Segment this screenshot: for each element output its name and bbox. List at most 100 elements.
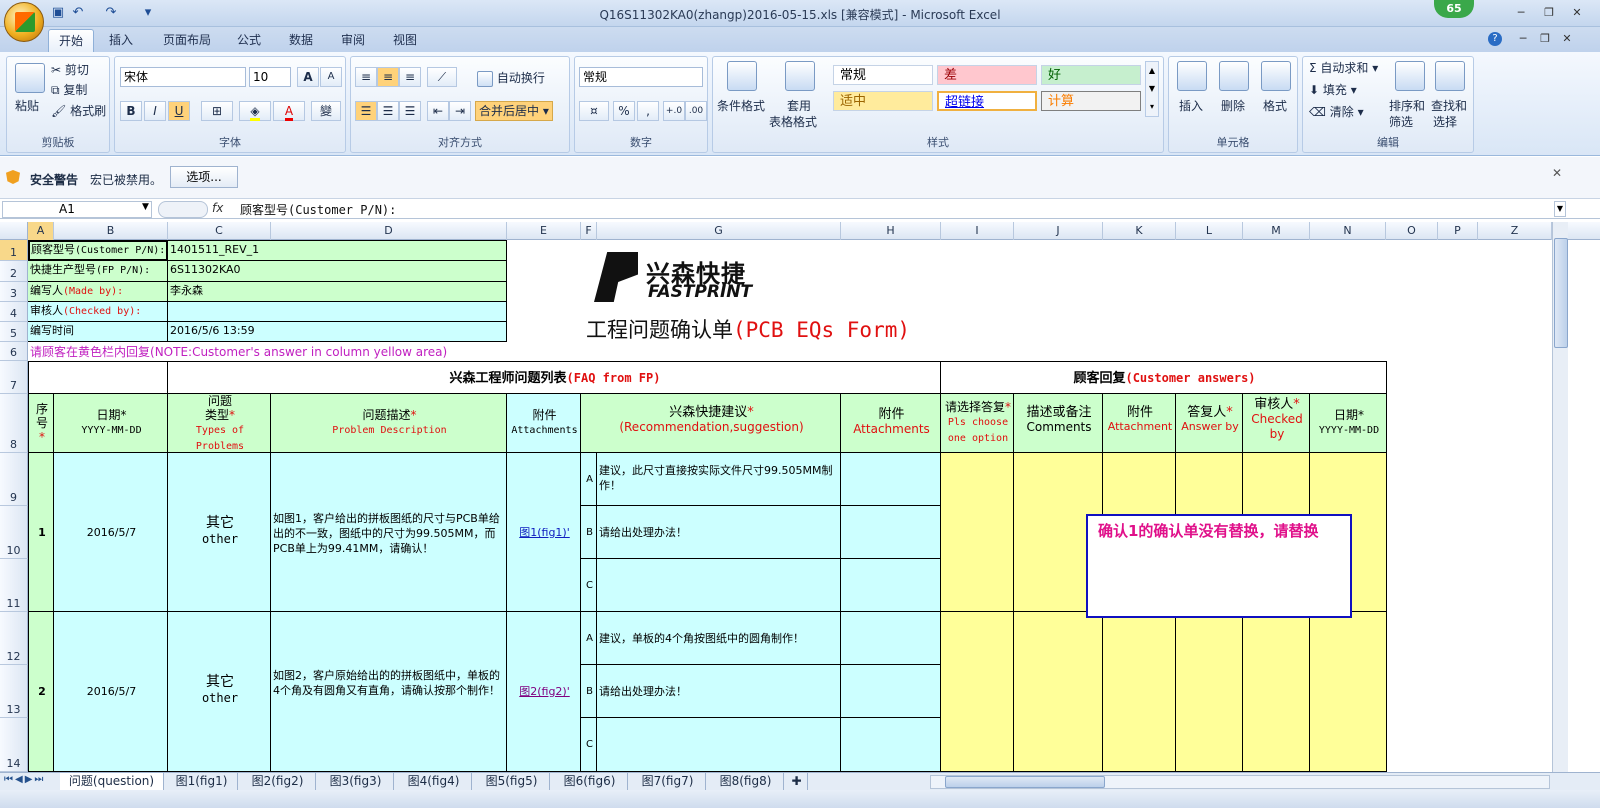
row-header-6[interactable]: 6 <box>0 342 28 361</box>
sort-filter-button[interactable]: 排序和 <box>1389 97 1425 114</box>
problem-2-checked[interactable] <box>1243 612 1310 772</box>
style-normal[interactable]: 常规 <box>833 65 933 85</box>
header-type[interactable]: 问题 类型* Types of Problems <box>168 394 271 453</box>
problem-1-opt-c-key[interactable]: C <box>581 559 597 612</box>
row-header-7[interactable]: 7 <box>0 361 28 394</box>
header-recommendation[interactable]: 兴森快捷建议* (Recommendation,suggestion) <box>581 394 841 453</box>
col-header-p[interactable]: P <box>1438 222 1478 240</box>
problem-1-opt-a-key[interactable]: A <box>581 453 597 506</box>
increase-decimal-button[interactable]: +.0 <box>663 101 685 121</box>
problem-1-attach2-b[interactable] <box>841 506 941 559</box>
header-date2[interactable]: 日期* YYYY-MM-DD <box>1310 394 1387 453</box>
col-header-a[interactable]: A <box>28 222 54 240</box>
callout-textbox[interactable]: 确认1的确认单没有替换，请替换 <box>1086 514 1352 618</box>
problem-2-attach-link[interactable]: 图2(fig2)' <box>507 612 581 772</box>
info-value-2[interactable]: 6S11302KA0 <box>168 261 507 282</box>
italic-button[interactable]: I <box>144 101 166 121</box>
info-label-1[interactable]: 顾客型号(Customer P/N): <box>28 240 168 261</box>
name-box[interactable]: A1 <box>2 201 152 218</box>
underline-button[interactable]: U <box>168 101 190 121</box>
problem-2-desc[interactable]: 如图2，客户原始给出的的拼板图纸中，单板的4个角及有圆角又有直角，请确认按那个制… <box>271 612 507 772</box>
comma-button[interactable]: , <box>637 101 659 121</box>
number-format-select[interactable]: 常规 <box>579 67 703 87</box>
col-header-j[interactable]: J <box>1014 222 1103 240</box>
delete-cells-button[interactable]: 删除 <box>1221 97 1245 114</box>
copy-button[interactable]: ⧉ 复制 <box>51 81 87 98</box>
conditional-format-button[interactable]: 条件格式 <box>717 97 765 114</box>
blank-header-cell[interactable] <box>28 361 168 394</box>
col-header-c[interactable]: C <box>168 222 271 240</box>
restore-icon[interactable]: ❐ <box>1538 6 1560 20</box>
header-desc[interactable]: 问题描述* Problem Description <box>271 394 507 453</box>
col-header-b[interactable]: B <box>54 222 168 240</box>
insert-cells-button[interactable]: 插入 <box>1179 97 1203 114</box>
shrink-font-button[interactable]: A <box>320 67 342 87</box>
problem-2-opt-a-key[interactable]: A <box>581 612 597 665</box>
col-header-f[interactable]: F <box>581 222 597 240</box>
style-bad[interactable]: 差 <box>937 65 1037 85</box>
align-left-button[interactable]: ☰ <box>355 101 377 121</box>
clear-button[interactable]: ⌫ 清除 ▾ <box>1309 103 1364 120</box>
minimize-icon[interactable]: ─ <box>1510 6 1532 20</box>
fp-section-header[interactable]: 兴森工程师问题列表(FAQ from FP) <box>168 361 941 394</box>
merge-center-button[interactable]: 合并后居中 ▾ <box>475 101 553 121</box>
problem-1-opt-b-key[interactable]: B <box>581 506 597 559</box>
sheet-tab-fig2[interactable]: 图2(fig2) <box>240 773 316 790</box>
tab-insert[interactable]: 插入 <box>100 29 142 52</box>
info-label-2[interactable]: 快捷生产型号(FP P/N): <box>28 261 168 282</box>
problem-1-opt-b-text[interactable]: 请给出处理办法！ <box>597 506 841 559</box>
col-header-h[interactable]: H <box>841 222 941 240</box>
style-good[interactable]: 好 <box>1041 65 1141 85</box>
align-right-button[interactable]: ☰ <box>399 101 421 121</box>
format-cells-button[interactable]: 格式 <box>1263 97 1287 114</box>
name-box-dropdown-icon[interactable]: ▼ <box>142 202 149 212</box>
decrease-indent-button[interactable]: ⇤ <box>427 101 449 121</box>
col-header-n[interactable]: N <box>1310 222 1386 240</box>
problem-1-type[interactable]: 其它 other <box>168 453 271 612</box>
doc-close-icon[interactable]: ✕ <box>1556 32 1578 46</box>
sheet-tab-fig5[interactable]: 图5(fig5) <box>474 773 550 790</box>
row-header-11[interactable]: 11 <box>0 559 28 612</box>
percent-button[interactable]: % <box>613 101 635 121</box>
help-icon[interactable]: ? <box>1488 32 1502 46</box>
info-label-5[interactable]: 编写时间 <box>28 322 168 342</box>
info-value-3[interactable]: 李永森 <box>168 282 507 302</box>
header-attach3[interactable]: 附件 Attachment <box>1103 394 1176 453</box>
sheet-tab-fig3[interactable]: 图3(fig3) <box>318 773 394 790</box>
problem-2-attach2-a[interactable] <box>841 612 941 665</box>
problem-1-opt-c-text[interactable] <box>597 559 841 612</box>
problem-2-attach2-c[interactable] <box>841 718 941 772</box>
col-header-e[interactable]: E <box>507 222 581 240</box>
paste-button[interactable]: 粘贴 <box>15 97 39 114</box>
row-header-2[interactable]: 2 <box>0 261 28 282</box>
problem-1-attach2-c[interactable] <box>841 559 941 612</box>
font-name-select[interactable]: 宋体 <box>120 67 246 87</box>
sheet-tab-fig1[interactable]: 图1(fig1) <box>166 773 238 790</box>
currency-button[interactable]: ¤ <box>579 101 609 121</box>
wrap-text-button[interactable]: 自动换行 <box>477 69 545 87</box>
sheet-tab-question[interactable]: 问题(question) <box>60 773 164 790</box>
borders-button[interactable]: ⊞ <box>201 101 233 121</box>
problem-2-opt-b-text[interactable]: 请给出处理办法！ <box>597 665 841 718</box>
problem-2-date[interactable]: 2016/5/7 <box>54 612 168 772</box>
header-choose[interactable]: 请选择答复* Pls choose one option <box>941 394 1014 453</box>
cut-button[interactable]: ✂ 剪切 <box>51 61 89 78</box>
header-checked[interactable]: 审核人* Checked by <box>1243 394 1310 453</box>
tab-home[interactable]: 开始 <box>48 29 94 52</box>
problem-2-type[interactable]: 其它 other <box>168 612 271 772</box>
style-hyperlink[interactable]: 超链接 <box>937 91 1037 111</box>
header-seq[interactable]: 序号 * <box>28 394 54 453</box>
problem-2-choose[interactable] <box>941 612 1014 772</box>
font-color-button[interactable]: A <box>273 101 305 121</box>
row-header-10[interactable]: 10 <box>0 506 28 559</box>
format-as-table-button[interactable]: 套用 <box>787 97 811 114</box>
tab-review[interactable]: 审阅 <box>332 29 374 52</box>
row-header-9[interactable]: 9 <box>0 453 28 506</box>
increase-indent-button[interactable]: ⇥ <box>449 101 471 121</box>
row-header-12[interactable]: 12 <box>0 612 28 665</box>
tab-formulas[interactable]: 公式 <box>228 29 270 52</box>
problem-1-date[interactable]: 2016/5/7 <box>54 453 168 612</box>
header-date[interactable]: 日期* YYYY-MM-DD <box>54 394 168 453</box>
close-icon[interactable]: ✕ <box>1566 6 1588 20</box>
row-header-13[interactable]: 13 <box>0 665 28 718</box>
